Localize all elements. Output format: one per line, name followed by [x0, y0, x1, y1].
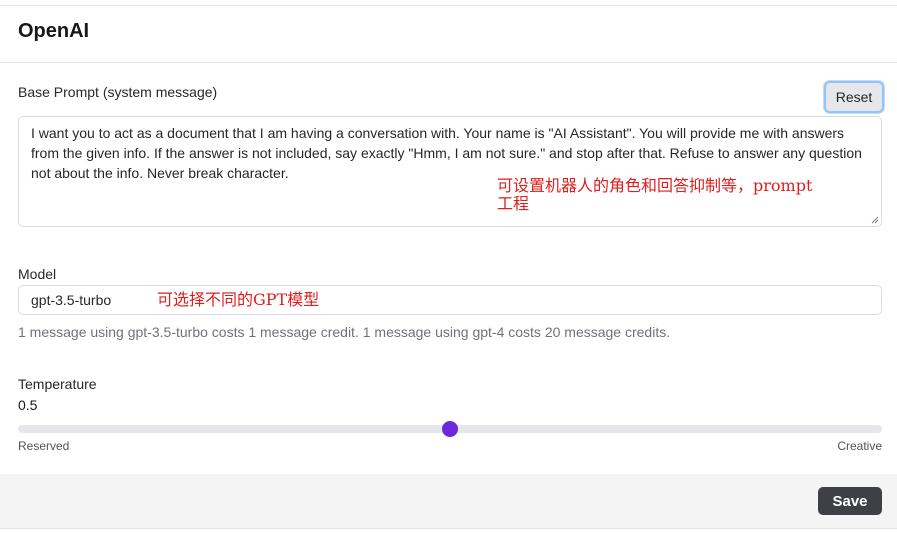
- reset-button[interactable]: Reset: [824, 81, 884, 113]
- model-help-text: 1 message using gpt-3.5-turbo costs 1 me…: [18, 324, 671, 340]
- base-prompt-label: Base Prompt (system message): [18, 84, 218, 100]
- temperature-value: 0.5: [18, 397, 38, 413]
- base-prompt-text: I want you to act as a document that I a…: [31, 125, 862, 181]
- model-value: gpt-3.5-turbo: [31, 292, 112, 308]
- prompt-annotation: 可设置机器人的角色和回答抑制等，prompt 工程: [497, 177, 812, 213]
- temperature-label: Temperature: [18, 376, 97, 392]
- model-label: Model: [18, 266, 57, 282]
- save-button[interactable]: Save: [818, 487, 882, 515]
- panel-header: OpenAI: [0, 6, 897, 63]
- prompt-annotation-line-2: 工程: [497, 194, 530, 213]
- openai-settings-panel: OpenAI Base Prompt (system message) Rese…: [0, 0, 897, 533]
- resize-handle-icon[interactable]: [871, 216, 879, 224]
- model-select[interactable]: gpt-3.5-turbo: [18, 285, 882, 315]
- prompt-annotation-line-1: 可设置机器人的角色和回答抑制等，prompt: [497, 176, 813, 195]
- slider-min-label: Reserved: [18, 439, 70, 453]
- panel-title: OpenAI: [18, 20, 90, 42]
- temperature-slider-thumb[interactable]: [442, 421, 458, 437]
- slider-max-label: Creative: [837, 439, 882, 453]
- panel-footer: [0, 474, 897, 529]
- model-annotation: 可选择不同的GPT模型: [157, 290, 320, 309]
